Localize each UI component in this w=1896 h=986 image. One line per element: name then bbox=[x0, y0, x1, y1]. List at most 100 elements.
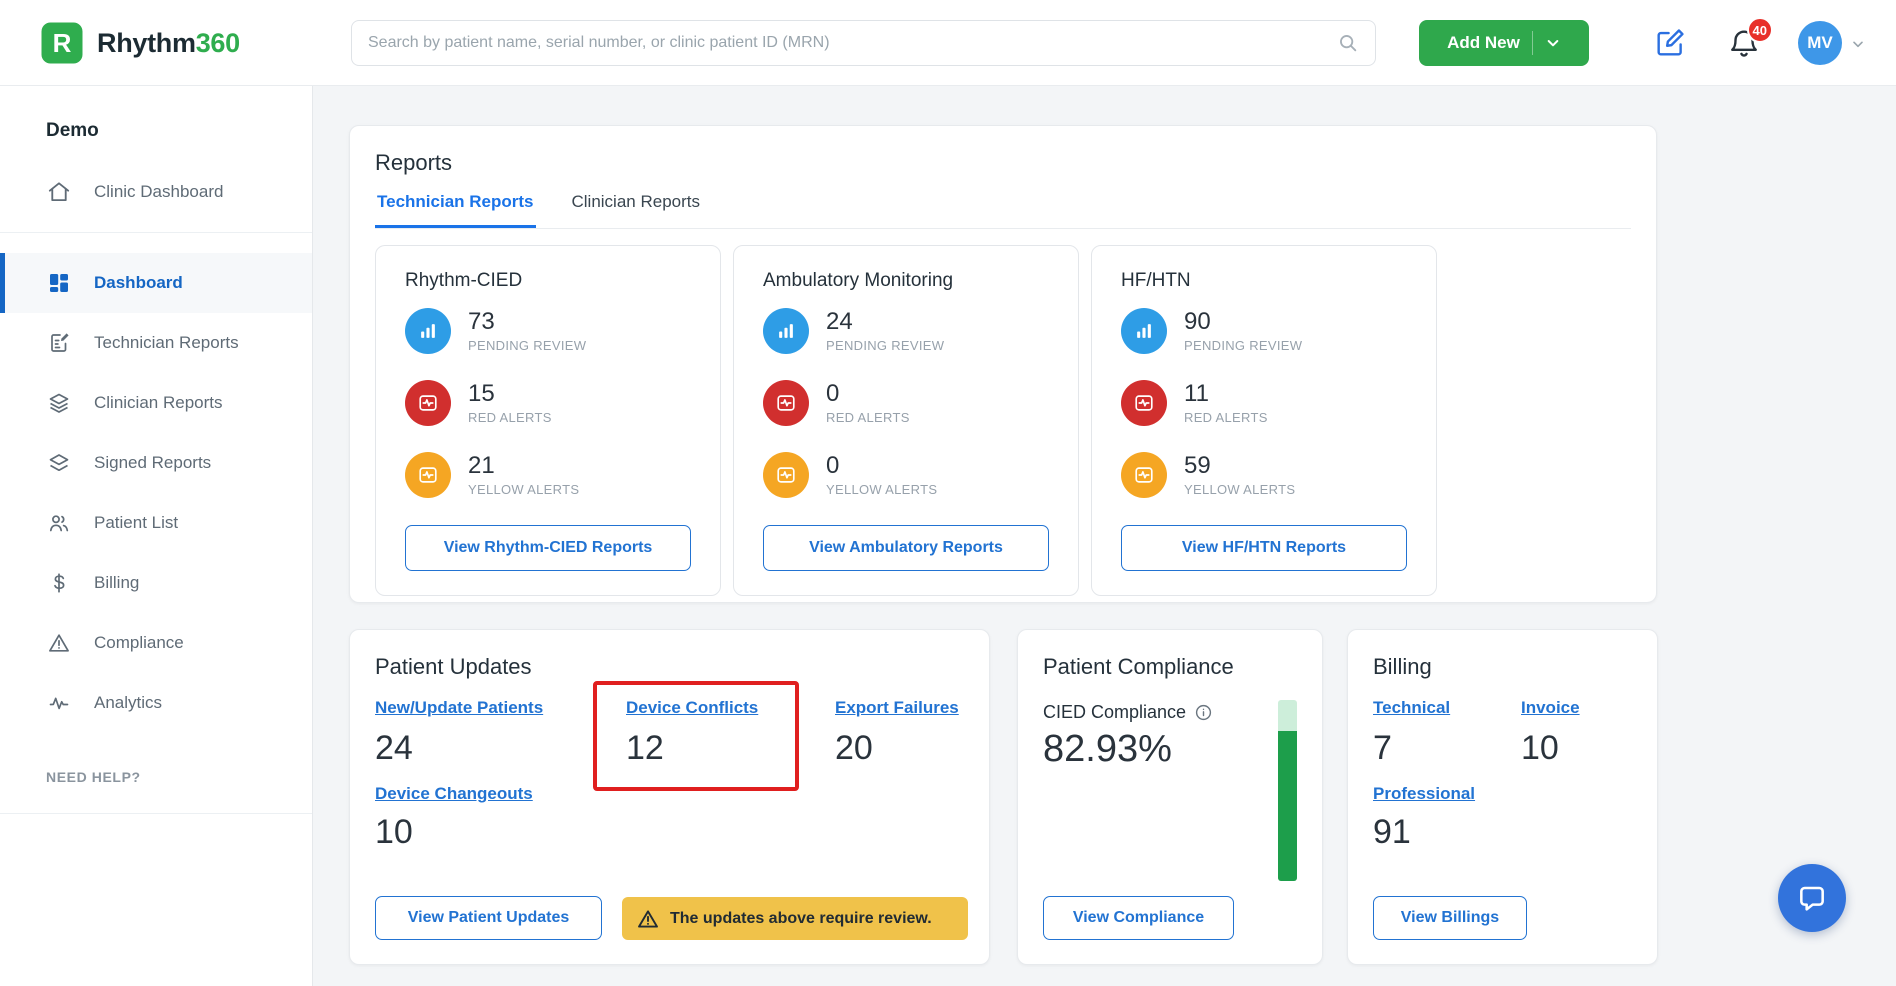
report-card-ambulatory-monitoring: Ambulatory Monitoring 24 PENDING REVIEW bbox=[733, 245, 1079, 596]
stat-label: PENDING REVIEW bbox=[468, 337, 587, 353]
patient-compliance-title: Patient Compliance bbox=[1043, 654, 1234, 679]
report-card-row: Rhythm-CIED 73 PENDING REVIEW 15 RED ALE… bbox=[375, 245, 1631, 596]
svg-text:R: R bbox=[53, 28, 72, 58]
stat-label: PENDING REVIEW bbox=[1184, 337, 1303, 353]
billing-icon bbox=[46, 570, 72, 596]
brand-secondary: 360 bbox=[195, 27, 240, 58]
stat-label: YELLOW ALERTS bbox=[468, 481, 580, 497]
red-alerts-stat: 11 RED ALERTS bbox=[1121, 380, 1407, 426]
search-icon[interactable] bbox=[1337, 32, 1359, 54]
brand-primary: Rhythm bbox=[97, 27, 196, 58]
view-patient-updates-button[interactable]: View Patient Updates bbox=[375, 896, 602, 940]
brand[interactable]: R Rhythm360 bbox=[40, 21, 240, 65]
sidebar-item-label: Compliance bbox=[94, 633, 184, 652]
compliance-bar bbox=[1278, 700, 1297, 881]
report-card-hf-htn: HF/HTN 90 PENDING REVIEW 11 RED ALERTS 5… bbox=[1091, 245, 1437, 596]
yellow-alerts-stat: 21 YELLOW ALERTS bbox=[405, 452, 691, 498]
sidebar-item-label: Patient List bbox=[94, 513, 179, 532]
add-new-label: Add New bbox=[1447, 33, 1520, 52]
stat-value: 90 bbox=[1184, 308, 1211, 336]
tab-technician-reports[interactable]: Technician Reports bbox=[375, 192, 536, 228]
warning-text: The updates above require review. bbox=[670, 909, 932, 927]
home-icon bbox=[46, 179, 72, 205]
billing-technical-link[interactable]: Technical bbox=[1373, 698, 1450, 718]
add-new-button[interactable]: Add New bbox=[1419, 20, 1589, 66]
stat-value: 11 bbox=[1184, 380, 1209, 408]
sidebar-item-clinic-dashboard[interactable]: Clinic Dashboard bbox=[0, 168, 312, 216]
sidebar-item-patient-list[interactable]: Patient List bbox=[0, 493, 312, 553]
sidebar-item-dashboard[interactable]: Dashboard bbox=[0, 253, 312, 313]
sidebar-item-clinician-reports[interactable]: Clinician Reports bbox=[0, 373, 312, 433]
compose-icon bbox=[1653, 26, 1687, 60]
device-conflicts-link[interactable]: Device Conflicts bbox=[626, 698, 758, 718]
report-card-title: Rhythm-CIED bbox=[405, 270, 523, 291]
sidebar-item-compliance[interactable]: Compliance bbox=[0, 613, 312, 673]
pending-review-icon bbox=[1121, 308, 1167, 354]
sidebar: Demo Clinic Dashboard Dashboard Technici… bbox=[0, 86, 313, 986]
notification-badge: 40 bbox=[1746, 17, 1773, 43]
avatar[interactable]: MV bbox=[1798, 21, 1842, 65]
report-card-rhythm-cied: Rhythm-CIED 73 PENDING REVIEW 15 RED ALE… bbox=[375, 245, 721, 596]
sidebar-item-technician-reports[interactable]: Technician Reports bbox=[0, 313, 312, 373]
red-alerts-stat: 15 RED ALERTS bbox=[405, 380, 691, 426]
signed-reports-icon bbox=[46, 450, 72, 476]
compose-button[interactable] bbox=[1653, 26, 1687, 60]
stat-value: 0 bbox=[826, 380, 840, 408]
sidebar-item-analytics[interactable]: Analytics bbox=[0, 673, 312, 733]
billing-technical-value: 7 bbox=[1373, 729, 1392, 767]
cied-compliance-value: 82.93% bbox=[1043, 728, 1172, 770]
clinician-reports-icon bbox=[46, 390, 72, 416]
stat-label: YELLOW ALERTS bbox=[826, 481, 938, 497]
device-changeouts-link[interactable]: Device Changeouts bbox=[375, 784, 533, 804]
cied-compliance-label: CIED Compliance bbox=[1043, 702, 1187, 722]
billing-professional-value: 91 bbox=[1373, 813, 1411, 851]
stat-value: 73 bbox=[468, 308, 495, 336]
view-rhythm-cied-reports-button[interactable]: View Rhythm-CIED Reports bbox=[405, 525, 691, 571]
sidebar-item-label: Dashboard bbox=[94, 273, 183, 292]
sidebar-item-label: Analytics bbox=[94, 693, 163, 712]
view-ambulatory-reports-button[interactable]: View Ambulatory Reports bbox=[763, 525, 1049, 571]
tab-clinician-reports[interactable]: Clinician Reports bbox=[570, 192, 703, 228]
export-failures-link[interactable]: Export Failures bbox=[835, 698, 959, 718]
sidebar-divider bbox=[0, 232, 312, 233]
dashboard-icon bbox=[46, 270, 72, 296]
avatar-chevron-icon[interactable] bbox=[1850, 36, 1866, 52]
stat-label: YELLOW ALERTS bbox=[1184, 481, 1296, 497]
billing-invoice-value: 10 bbox=[1521, 729, 1559, 767]
report-card-title: Ambulatory Monitoring bbox=[763, 270, 954, 291]
red-alerts-stat: 0 RED ALERTS bbox=[763, 380, 1049, 426]
view-billings-button[interactable]: View Billings bbox=[1373, 896, 1527, 940]
sidebar-item-billing[interactable]: Billing bbox=[0, 553, 312, 613]
chat-launcher-button[interactable] bbox=[1778, 864, 1846, 932]
patient-updates-card: Patient Updates New/Update Patients 24 D… bbox=[349, 629, 990, 965]
reports-title: Reports bbox=[375, 150, 453, 175]
yellow-alerts-icon bbox=[1121, 452, 1167, 498]
yellow-alerts-stat: 0 YELLOW ALERTS bbox=[763, 452, 1049, 498]
analytics-icon bbox=[46, 690, 72, 716]
device-changeouts-value: 10 bbox=[375, 813, 413, 851]
view-hf-htn-reports-button[interactable]: View HF/HTN Reports bbox=[1121, 525, 1407, 571]
patient-list-icon bbox=[46, 510, 72, 536]
view-compliance-button[interactable]: View Compliance bbox=[1043, 896, 1234, 940]
billing-invoice-link[interactable]: Invoice bbox=[1521, 698, 1580, 718]
rhythm-logo-icon: R bbox=[40, 21, 84, 65]
new-update-patients-link[interactable]: New/Update Patients bbox=[375, 698, 543, 718]
need-help-label[interactable]: NEED HELP? bbox=[46, 769, 312, 785]
billing-title: Billing bbox=[1373, 654, 1432, 679]
stat-value: 21 bbox=[468, 452, 495, 480]
search-input[interactable] bbox=[368, 34, 1337, 52]
billing-card: Billing Technical 7 Invoice 10 Professio… bbox=[1347, 629, 1658, 965]
billing-professional-link[interactable]: Professional bbox=[1373, 784, 1475, 804]
yellow-alerts-stat: 59 YELLOW ALERTS bbox=[1121, 452, 1407, 498]
sidebar-item-label: Signed Reports bbox=[94, 453, 212, 472]
sidebar-item-signed-reports[interactable]: Signed Reports bbox=[0, 433, 312, 493]
pending-review-stat: 24 PENDING REVIEW bbox=[763, 308, 1049, 354]
patient-updates-body: New/Update Patients 24 Device Conflicts … bbox=[350, 630, 989, 964]
stat-value: 15 bbox=[468, 380, 495, 408]
info-icon[interactable] bbox=[1194, 703, 1213, 722]
notifications-button[interactable]: 40 bbox=[1727, 17, 1773, 60]
updates-warning-banner: The updates above require review. bbox=[622, 897, 968, 940]
red-alerts-icon bbox=[405, 380, 451, 426]
stat-label: PENDING REVIEW bbox=[826, 337, 945, 353]
pending-review-icon bbox=[763, 308, 809, 354]
